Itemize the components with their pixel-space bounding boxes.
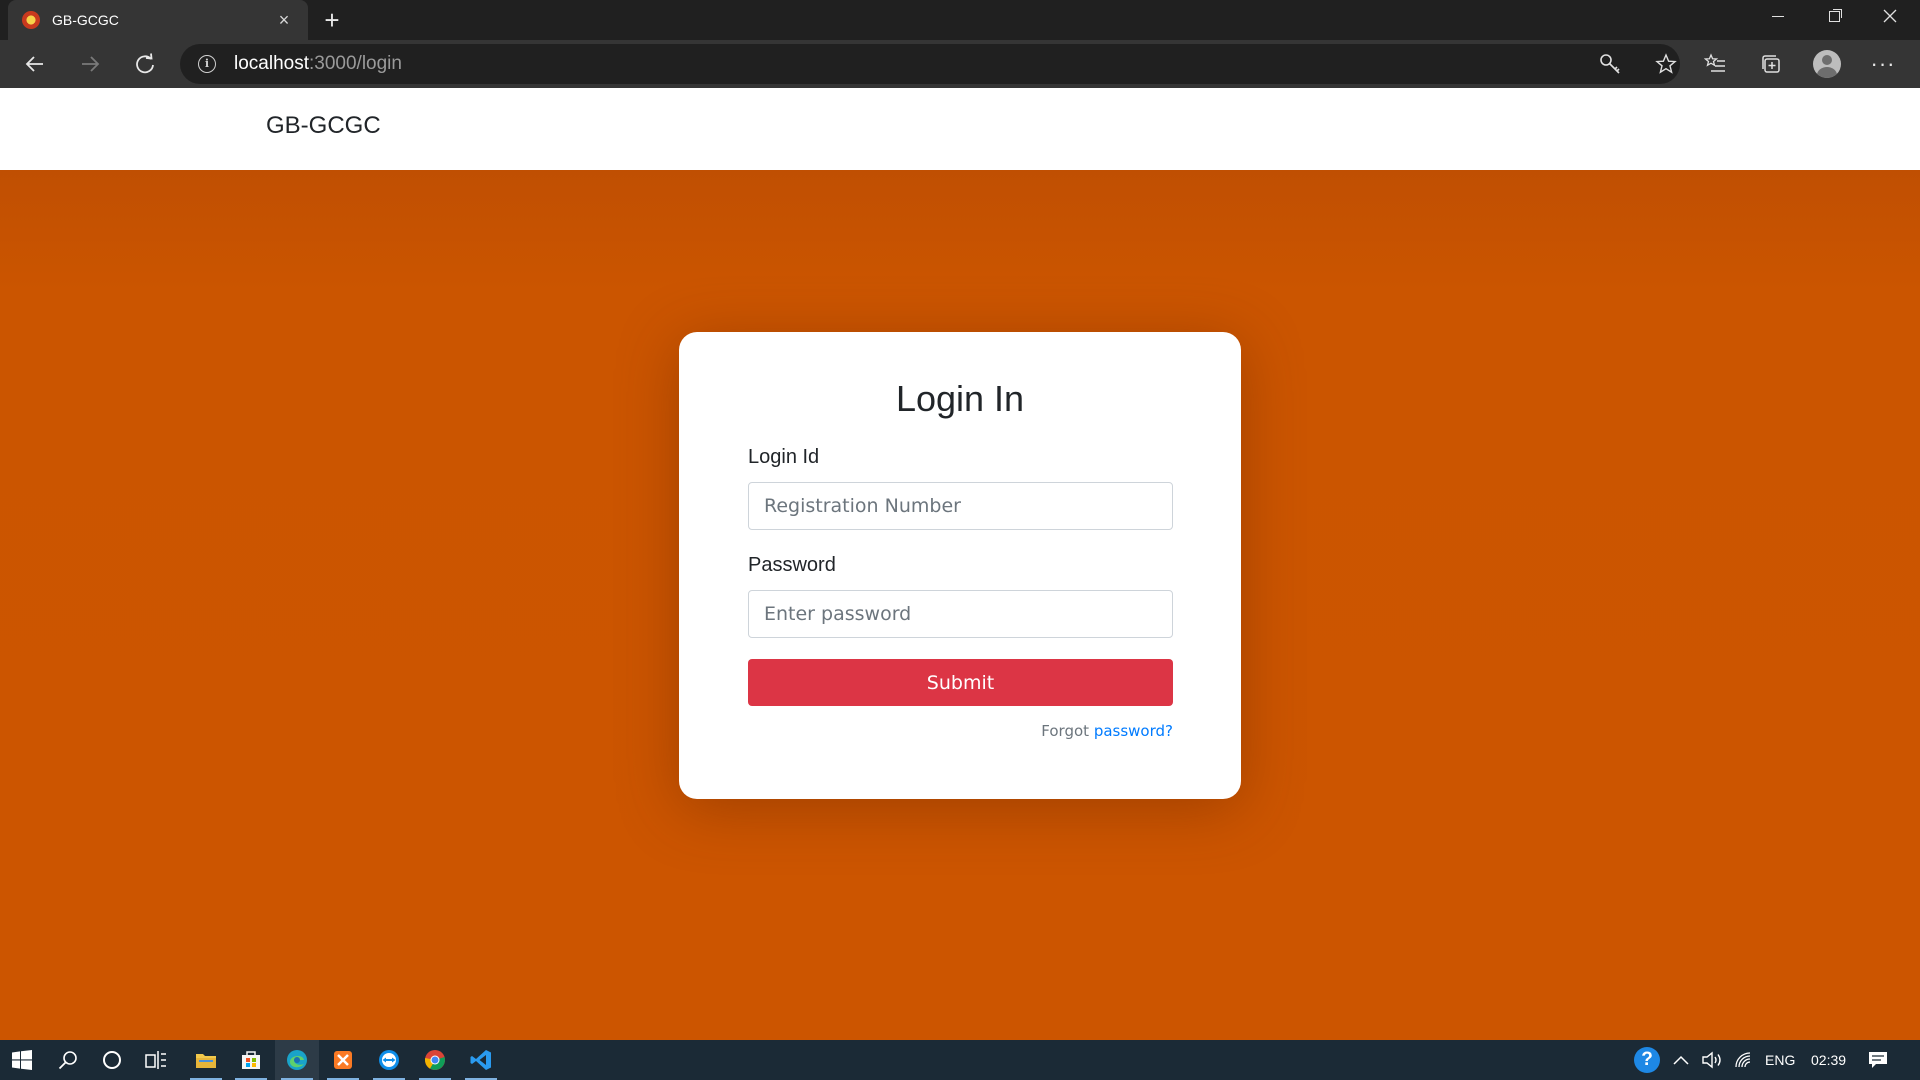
teamviewer-icon bbox=[379, 1050, 399, 1070]
site-favicon-icon bbox=[22, 11, 40, 29]
favorites-button[interactable] bbox=[1697, 46, 1733, 82]
speaker-icon bbox=[1702, 1051, 1721, 1069]
network-button[interactable] bbox=[1734, 1040, 1752, 1080]
search-button[interactable] bbox=[46, 1040, 90, 1080]
avatar bbox=[1813, 50, 1841, 78]
login-card: Login In Login Id Password Submit Forgot… bbox=[679, 332, 1241, 799]
store-icon bbox=[242, 1051, 260, 1069]
chrome-icon bbox=[425, 1050, 445, 1070]
start-button[interactable] bbox=[0, 1040, 44, 1080]
xampp-button[interactable] bbox=[321, 1040, 365, 1080]
login-id-input[interactable] bbox=[748, 482, 1173, 530]
taskbar: ? ENG 02:39 bbox=[0, 1040, 1920, 1080]
url-host: localhost bbox=[234, 53, 309, 74]
volume-button[interactable] bbox=[1701, 1040, 1723, 1080]
restore-button[interactable] bbox=[1806, 0, 1862, 32]
new-tab-button[interactable]: + bbox=[316, 4, 348, 36]
store-button[interactable] bbox=[229, 1040, 273, 1080]
teamviewer-button[interactable] bbox=[367, 1040, 411, 1080]
search-icon bbox=[58, 1051, 77, 1070]
notification-icon bbox=[1869, 1052, 1887, 1068]
arrow-left-icon bbox=[25, 56, 43, 72]
tab-title: GB-GCGC bbox=[52, 12, 119, 28]
brand-link[interactable]: GB-GCGC bbox=[266, 112, 381, 140]
password-label: Password bbox=[748, 554, 836, 576]
help-tray-icon[interactable]: ? bbox=[1634, 1040, 1660, 1080]
help-icon: ? bbox=[1634, 1047, 1660, 1073]
tab-close-icon[interactable]: × bbox=[274, 10, 294, 31]
show-hidden-icons-button[interactable] bbox=[1673, 1040, 1689, 1080]
submit-button[interactable]: Submit bbox=[748, 659, 1173, 706]
action-center-button[interactable] bbox=[1868, 1040, 1888, 1080]
key-icon[interactable] bbox=[1598, 52, 1622, 76]
chevron-up-icon bbox=[1673, 1055, 1689, 1065]
close-icon bbox=[1883, 9, 1897, 23]
wifi-icon bbox=[1735, 1052, 1751, 1068]
browser-toolbar: i localhost:3000/login ··· bbox=[0, 40, 1920, 88]
edge-icon bbox=[287, 1050, 307, 1070]
cortana-icon bbox=[103, 1051, 121, 1069]
arrow-right-icon bbox=[82, 56, 100, 72]
more-options-button[interactable]: ··· bbox=[1865, 46, 1901, 82]
password-input[interactable] bbox=[748, 590, 1173, 638]
collections-button[interactable] bbox=[1753, 46, 1789, 82]
login-id-label: Login Id bbox=[748, 446, 820, 468]
more-icon: ··· bbox=[1870, 51, 1896, 76]
forgot-password-link[interactable]: password? bbox=[1094, 722, 1173, 740]
forgot-prefix: Forgot bbox=[1041, 722, 1094, 740]
language-indicator[interactable]: ENG bbox=[1765, 1040, 1795, 1080]
url-path: :3000/login bbox=[309, 53, 402, 74]
browser-tab-bar: GB-GCGC × + bbox=[0, 0, 1920, 40]
vscode-button[interactable] bbox=[459, 1040, 503, 1080]
edge-button[interactable] bbox=[275, 1040, 319, 1080]
cortana-button[interactable] bbox=[90, 1040, 134, 1080]
browser-tab[interactable]: GB-GCGC × bbox=[8, 0, 308, 40]
minimize-icon bbox=[1772, 15, 1784, 17]
minimize-button[interactable] bbox=[1750, 0, 1806, 32]
forward-button[interactable] bbox=[72, 46, 108, 82]
site-header: GB-GCGC bbox=[0, 88, 1920, 170]
forgot-password-text: Forgot password? bbox=[1041, 722, 1173, 740]
site-info-icon[interactable]: i bbox=[198, 55, 216, 73]
xampp-icon bbox=[334, 1051, 352, 1069]
vscode-icon bbox=[470, 1050, 491, 1070]
file-explorer-button[interactable] bbox=[184, 1040, 228, 1080]
favorites-list-icon bbox=[1704, 53, 1725, 72]
back-button[interactable] bbox=[17, 46, 53, 82]
refresh-icon bbox=[136, 53, 154, 74]
login-title: Login In bbox=[895, 378, 1025, 419]
close-window-button[interactable] bbox=[1862, 0, 1918, 32]
restore-icon bbox=[1828, 10, 1840, 22]
windows-icon bbox=[12, 1050, 32, 1070]
task-view-button[interactable] bbox=[134, 1040, 178, 1080]
chrome-button[interactable] bbox=[413, 1040, 457, 1080]
folder-icon bbox=[196, 1054, 216, 1068]
clock[interactable]: 02:39 bbox=[1811, 1040, 1846, 1080]
collections-icon bbox=[1762, 55, 1780, 73]
profile-button[interactable] bbox=[1809, 46, 1845, 82]
task-view-icon bbox=[145, 1051, 166, 1069]
star-icon[interactable] bbox=[1654, 52, 1678, 76]
address-bar[interactable]: i localhost:3000/login bbox=[180, 44, 1680, 84]
reload-button[interactable] bbox=[127, 46, 163, 82]
